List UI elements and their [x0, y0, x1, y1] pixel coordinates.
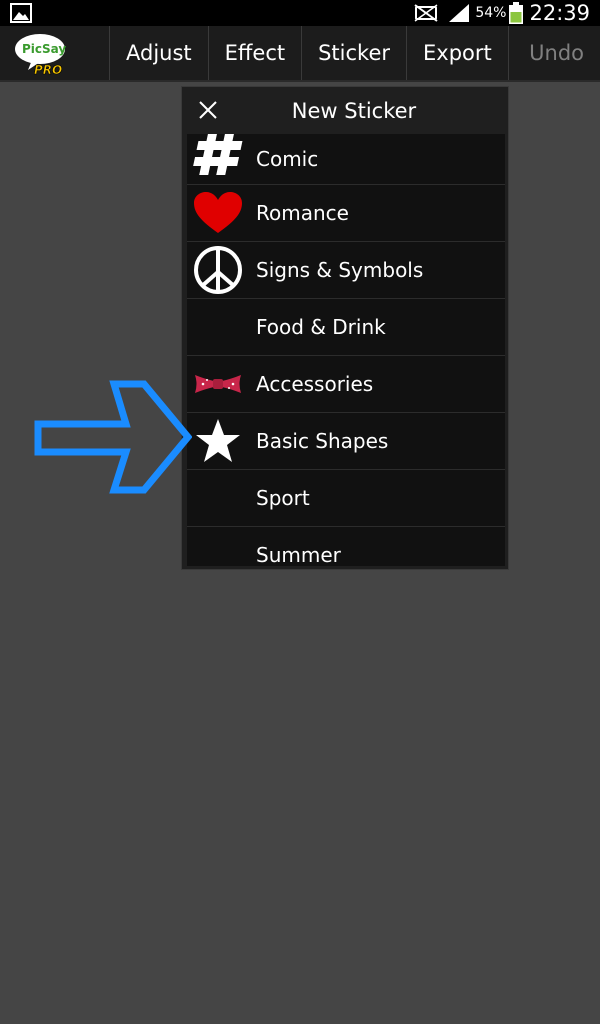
dialog-title: New Sticker: [291, 98, 417, 123]
star-icon: [192, 417, 244, 465]
list-item-label: Food & Drink: [256, 315, 386, 339]
list-item-comic[interactable]: Comic: [187, 134, 505, 185]
bowtie-icon: [192, 360, 244, 408]
list-item-romance[interactable]: Romance: [187, 185, 505, 242]
status-icons: 54% 22:39: [413, 0, 590, 26]
dialog-header: New Sticker: [182, 87, 508, 134]
menu-export[interactable]: Export: [406, 26, 509, 80]
menu-sticker[interactable]: Sticker: [301, 26, 406, 80]
peace-icon: [192, 246, 244, 294]
list-item-label: Accessories: [256, 372, 374, 396]
list-item-label: Sport: [256, 486, 310, 510]
list-item-label: Summer: [256, 543, 341, 566]
list-item-summer[interactable]: Summer: [187, 527, 505, 566]
picsay-logo[interactable]: PicSay PRO: [14, 32, 66, 76]
list-item-accessories[interactable]: Accessories: [187, 356, 505, 413]
logo-sub: PRO: [34, 63, 62, 76]
mute-icon: [414, 4, 438, 22]
battery-percent: 54%: [475, 5, 507, 21]
battery-icon: [509, 2, 524, 24]
hashtag-icon: [192, 134, 244, 178]
list-item-label: Comic: [256, 147, 319, 171]
arrow-right-icon: [34, 380, 192, 494]
toolbar-menu: Adjust Effect Sticker Export: [109, 26, 509, 80]
menu-adjust[interactable]: Adjust: [109, 26, 208, 80]
clock: 22:39: [529, 1, 590, 25]
list-item-food-drink[interactable]: Food & Drink: [187, 299, 505, 356]
list-item-basic-shapes[interactable]: Basic Shapes: [187, 413, 505, 470]
menu-effect[interactable]: Effect: [207, 26, 301, 80]
new-sticker-dialog: New Sticker Comic Romance Signs & Symbol…: [181, 86, 509, 570]
gallery-icon: [10, 3, 32, 23]
action-bar: PicSay PRO Adjust Effect Sticker Export …: [0, 26, 600, 82]
status-bar: 54% 22:39: [0, 0, 600, 26]
signal-icon: [449, 4, 470, 22]
sticker-category-list[interactable]: Comic Romance Signs & Symbols Food & Dri…: [187, 134, 505, 566]
list-item-label: Signs & Symbols: [256, 258, 424, 282]
logo-text: PicSay: [22, 42, 66, 56]
list-item-label: Basic Shapes: [256, 429, 389, 453]
list-item-label: Romance: [256, 201, 349, 225]
undo-button[interactable]: Undo: [529, 26, 584, 80]
list-item-signs-symbols[interactable]: Signs & Symbols: [187, 242, 505, 299]
list-item-sport[interactable]: Sport: [187, 470, 505, 527]
heart-icon: [192, 189, 244, 237]
